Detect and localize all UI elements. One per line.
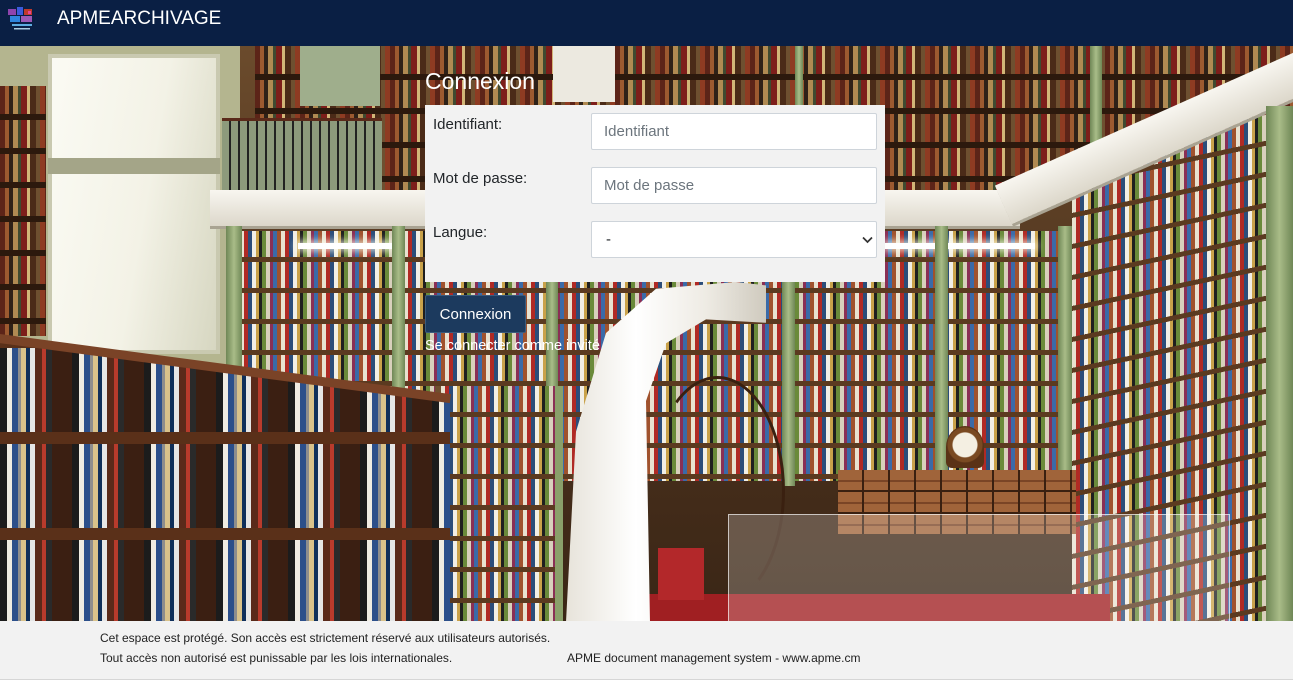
- login-page: { "navbar": { "title": "APMEARCHIVAGE", …: [0, 0, 1293, 680]
- footer-credit: APME document management system - www.ap…: [567, 651, 861, 665]
- background-ceiling-light: [885, 243, 1035, 249]
- logo-icon[interactable]: [8, 7, 36, 32]
- top-navbar: APMEARCHIVAGE: [0, 0, 1293, 46]
- language-select-wrapper: -: [591, 221, 877, 258]
- background-upper-wall: [300, 46, 380, 106]
- username-label: Identifiant:: [433, 116, 503, 133]
- background-bookshelf-lower-middle: [435, 386, 563, 621]
- background-pillar: [1266, 106, 1293, 621]
- guest-login-link[interactable]: Se connecter comme invité: [425, 337, 600, 355]
- username-input[interactable]: [591, 113, 877, 150]
- background-clock: [946, 426, 984, 468]
- login-panel: Identifiant: Mot de passe: Langue: -: [425, 105, 885, 282]
- login-button[interactable]: Connexion: [425, 295, 526, 333]
- background-glass-case: [728, 514, 1230, 621]
- language-label: Langue:: [433, 224, 488, 241]
- background-ceiling-light: [298, 243, 393, 249]
- background-bookshelf-left: [0, 86, 46, 336]
- footer-notice-line1: Cet espace est protégé. Son accès est st…: [100, 631, 551, 645]
- background-window-frame: [48, 158, 220, 174]
- language-select[interactable]: -: [591, 221, 877, 258]
- app-title[interactable]: APMEARCHIVAGE: [57, 0, 221, 38]
- login-heading: Connexion: [425, 68, 535, 94]
- password-input[interactable]: [591, 167, 877, 204]
- background-balcony-railing: [222, 118, 382, 190]
- background-upper-door: [553, 46, 615, 102]
- footer-notice-line2: Tout accès non autorisé est punissable p…: [100, 651, 453, 665]
- background-pillar: [1058, 226, 1072, 486]
- background-balcony-left: [210, 190, 430, 226]
- password-label: Mot de passe:: [433, 170, 528, 187]
- footer: Cet espace est protégé. Son accès est st…: [0, 621, 1293, 680]
- background-window: [48, 54, 220, 354]
